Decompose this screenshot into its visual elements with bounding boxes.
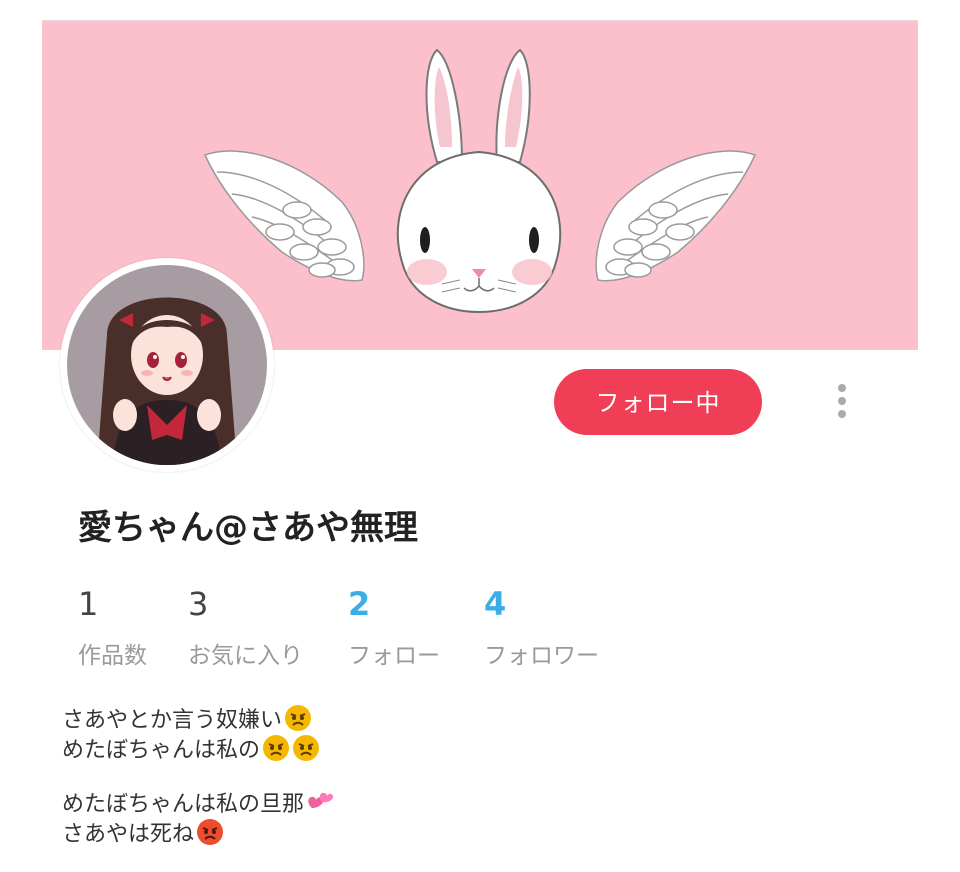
bio-line: さあやは死ね bbox=[62, 818, 336, 848]
bio-line: めたぼちゃんは私の bbox=[62, 734, 336, 764]
angry-face-icon bbox=[285, 705, 312, 731]
left-wing bbox=[203, 150, 365, 282]
rabbit-head bbox=[396, 150, 562, 314]
stat-favorites-count: 3 bbox=[188, 585, 209, 623]
profile-display-name: 愛ちゃん@さあや無理 bbox=[78, 508, 418, 548]
vertical-ellipsis-icon bbox=[838, 410, 846, 418]
profile-avatar[interactable] bbox=[60, 258, 274, 472]
bio-text: めたぼちゃんは私の bbox=[62, 738, 261, 763]
stat-following-label[interactable]: フォロー bbox=[348, 636, 440, 670]
bio-text: さあやは死ね bbox=[62, 822, 195, 847]
pouting-face-icon bbox=[197, 819, 224, 845]
stat-followers-label[interactable]: フォロワー bbox=[484, 636, 599, 670]
angry-face-icon bbox=[263, 735, 290, 761]
stat-favorites: 3 お気に入り bbox=[188, 584, 303, 670]
angry-face-icon bbox=[293, 735, 320, 761]
bio-text: さあやとか言う奴嫌い bbox=[62, 708, 283, 733]
bio-line: さあやとか言う奴嫌い bbox=[62, 704, 336, 734]
stat-works-label: 作品数 bbox=[78, 643, 147, 669]
stat-following[interactable]: 2 フォロー bbox=[348, 584, 440, 670]
following-button[interactable]: フォロー中 bbox=[554, 369, 762, 435]
bio-text: めたぼちゃんは私の旦那 bbox=[62, 792, 305, 817]
stat-following-count[interactable]: 2 bbox=[348, 584, 440, 624]
rabbit-ears bbox=[425, 48, 531, 163]
right-wing bbox=[595, 150, 757, 282]
profile-page: フォロー中 愛ちゃん@さあや無理 1 作品数 3 お気に入り 2 フォロー 4 … bbox=[0, 0, 960, 872]
bio-spacer bbox=[62, 764, 336, 788]
anime-girl-avatar-image bbox=[67, 265, 267, 465]
profile-bio: さあやとか言う奴嫌い めたぼちゃんは私の めたぼちゃんは私の旦那 さあやは死ね bbox=[62, 704, 336, 848]
more-options-button[interactable] bbox=[826, 384, 858, 424]
stat-followers-count[interactable]: 4 bbox=[484, 584, 599, 624]
bio-line: めたぼちゃんは私の旦那 bbox=[62, 788, 336, 818]
vertical-ellipsis-icon bbox=[838, 397, 846, 405]
stat-works-count: 1 bbox=[78, 585, 99, 623]
two-hearts-icon bbox=[308, 792, 334, 808]
stat-followers[interactable]: 4 フォロワー bbox=[484, 584, 599, 670]
stat-works: 1 作品数 bbox=[78, 584, 147, 670]
stat-favorites-label: お気に入り bbox=[188, 643, 303, 669]
vertical-ellipsis-icon bbox=[838, 384, 846, 392]
